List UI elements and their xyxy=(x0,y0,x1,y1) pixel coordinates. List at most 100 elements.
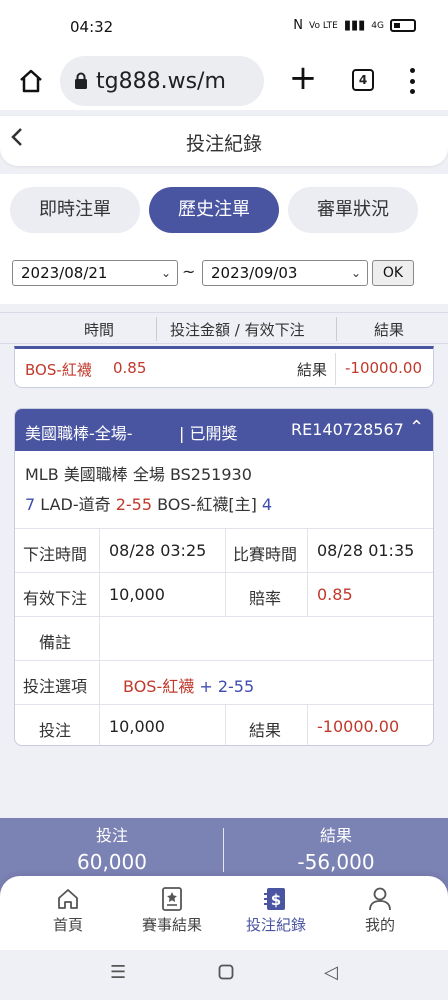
summary-stake-label: 投注 xyxy=(95,826,128,845)
start-date-value: 2023/08/21 xyxy=(21,264,108,282)
valid-bet-label: 有效下注 xyxy=(23,589,88,608)
status-icons: N Vo LTE ▮▮▮ 4G xyxy=(293,18,416,33)
nav-profile-label: 我的 xyxy=(364,916,395,934)
match-info: MLB 美國職棒 全場 BS251930 7 LAD-道奇 2-55 BOS-紅… xyxy=(15,451,433,529)
row-note: 備註 xyxy=(15,617,433,661)
bottom-nav: 首頁 賽事結果 $ 投注紀錄 我的 xyxy=(0,876,448,950)
battery-icon xyxy=(390,19,416,32)
new-tab-button[interactable]: + xyxy=(286,60,320,100)
option-label: 投注選項 xyxy=(23,677,88,696)
bet-time-label: 下注時間 xyxy=(23,545,88,564)
stake-label: 投注 xyxy=(39,721,72,740)
star-doc-icon xyxy=(162,887,182,911)
result-value: -10000.00 xyxy=(317,717,400,736)
lock-icon xyxy=(75,72,87,89)
page-content: 投注紀錄 即時注單 歷史注單 審單狀況 2023/08/21 ⌄ ~ 2023/… xyxy=(0,110,448,1000)
dollar-doc-icon: $ xyxy=(264,888,285,910)
bet-card-header[interactable]: 美國職棒-全場- | 已開獎 RE140728567 ⌃ xyxy=(15,409,433,451)
column-header: 時間 投注金額 / 有效下注 結果 xyxy=(0,312,448,344)
nav-results-label: 賽事結果 xyxy=(141,916,202,934)
tab-live-bets[interactable]: 即時注單 xyxy=(10,187,140,233)
recent-apps-button[interactable]: ☰ xyxy=(110,962,126,983)
teams-line: 7 LAD-道奇 2-55 BOS-紅襪[主] 4 xyxy=(25,491,272,515)
previous-bet-card[interactable]: BOS-紅襪 0.85 結果 -10000.00 xyxy=(14,346,434,388)
match-time-value: 08/28 01:35 xyxy=(317,541,415,560)
signal-icon: ▮▮▮ xyxy=(343,18,366,33)
away-team: LAD-道奇 xyxy=(40,495,111,514)
nav-bet-records-label: 投注紀錄 xyxy=(245,916,306,934)
url-text: tg888.ws/m xyxy=(96,68,226,94)
result-label: 結果 xyxy=(249,721,282,740)
column-time: 時間 xyxy=(84,321,115,339)
nav-results[interactable]: 賽事結果 xyxy=(116,884,228,935)
home-number: 4 xyxy=(261,495,273,514)
odds-label: 賠率 xyxy=(249,589,282,608)
score-line: 2-55 xyxy=(115,495,153,514)
tab-bar: 即時注單 歷史注單 審單狀況 xyxy=(0,174,448,244)
match-line: MLB 美國職棒 全場 BS251930 xyxy=(25,465,252,484)
browser-menu-button[interactable] xyxy=(404,66,420,96)
bet-time-value: 08/28 03:25 xyxy=(109,541,207,560)
nav-home[interactable]: 首頁 xyxy=(12,884,124,935)
bet-card: 美國職棒-全場- | 已開獎 RE140728567 ⌃ MLB 美國職棒 全場… xyxy=(14,408,434,746)
url-bar[interactable]: tg888.ws/m xyxy=(60,56,264,106)
volte-label: Vo LTE xyxy=(309,20,338,31)
page-title: 投注紀錄 xyxy=(185,133,262,155)
chevron-down-icon: ⌄ xyxy=(160,266,171,280)
system-nav-bar: ☰ ◁ xyxy=(0,950,448,1000)
ticket-number: RE140728567 xyxy=(291,420,404,439)
nav-bet-records[interactable]: $ 投注紀錄 xyxy=(220,884,332,935)
nav-profile[interactable]: 我的 xyxy=(324,884,436,935)
prev-result-value: -10000.00 xyxy=(345,359,422,377)
back-system-button[interactable]: ◁ xyxy=(324,962,338,983)
status-time: 04:32 xyxy=(70,18,114,36)
date-filter: 2023/08/21 ⌄ ~ 2023/09/03 ⌄ OK xyxy=(0,244,448,304)
row-valid-odds: 有效下注 10,000 賠率 0.85 xyxy=(15,573,433,617)
network-type: 4G xyxy=(371,20,384,31)
column-result: 結果 xyxy=(374,321,405,339)
row-stake-result: 投注 10,000 結果 -10000.00 xyxy=(15,705,433,745)
browser-toolbar: tg888.ws/m + 4 xyxy=(0,52,448,110)
column-amount: 投注金額 / 有效下注 xyxy=(170,321,305,339)
league-name: 美國職棒-全場- xyxy=(25,424,133,443)
end-date-select[interactable]: 2023/09/03 ⌄ xyxy=(202,260,368,286)
odds-value: 0.85 xyxy=(317,585,353,604)
option-value: BOS-紅襪 + 2-55 xyxy=(123,673,254,697)
tab-review-status[interactable]: 審單狀況 xyxy=(288,187,418,233)
tab-switcher-button[interactable]: 4 xyxy=(352,69,374,91)
nav-home-label: 首頁 xyxy=(52,916,83,934)
browser-home-button[interactable] xyxy=(14,64,48,98)
stake-value: 10,000 xyxy=(109,717,165,736)
home-icon xyxy=(20,69,42,93)
tab-history-bets[interactable]: 歷史注單 xyxy=(149,187,279,233)
summary-result-value: -56,000 xyxy=(297,850,375,874)
option-plus: + xyxy=(199,677,213,696)
ok-button[interactable]: OK xyxy=(372,260,414,286)
nfc-icon: N xyxy=(293,18,304,33)
home-system-button[interactable] xyxy=(218,964,234,985)
option-team: BOS-紅襪 xyxy=(123,677,195,696)
page-header: 投注紀錄 xyxy=(0,116,448,166)
date-separator: ~ xyxy=(182,262,196,281)
svg-text:$: $ xyxy=(271,891,281,909)
end-date-value: 2023/09/03 xyxy=(211,264,298,282)
summary-result-label: 結果 xyxy=(319,826,352,845)
row-times: 下注時間 08/28 03:25 比賽時間 08/28 01:35 xyxy=(15,529,433,573)
prev-bet-odds: 0.85 xyxy=(113,359,147,377)
prev-result-label: 結果 xyxy=(297,361,328,379)
summary-stake-value: 60,000 xyxy=(77,850,147,874)
status-bar: 04:32 N Vo LTE ▮▮▮ 4G xyxy=(0,0,448,52)
match-time-label: 比賽時間 xyxy=(233,545,298,564)
note-label: 備註 xyxy=(39,633,72,652)
start-date-select[interactable]: 2023/08/21 ⌄ xyxy=(12,260,178,286)
square-icon xyxy=(218,964,234,980)
person-icon xyxy=(369,887,391,911)
status-badge: | 已開獎 xyxy=(179,424,238,443)
row-option: 投注選項 BOS-紅襪 + 2-55 xyxy=(15,661,433,705)
chevron-down-icon: ⌄ xyxy=(350,266,361,280)
prev-bet-pick: BOS-紅襪 xyxy=(25,361,92,379)
home-team: BOS-紅襪[主] xyxy=(157,495,257,514)
chevron-up-icon[interactable]: ⌃ xyxy=(409,417,424,438)
valid-bet-value: 10,000 xyxy=(109,585,165,604)
away-number: 7 xyxy=(25,495,36,514)
